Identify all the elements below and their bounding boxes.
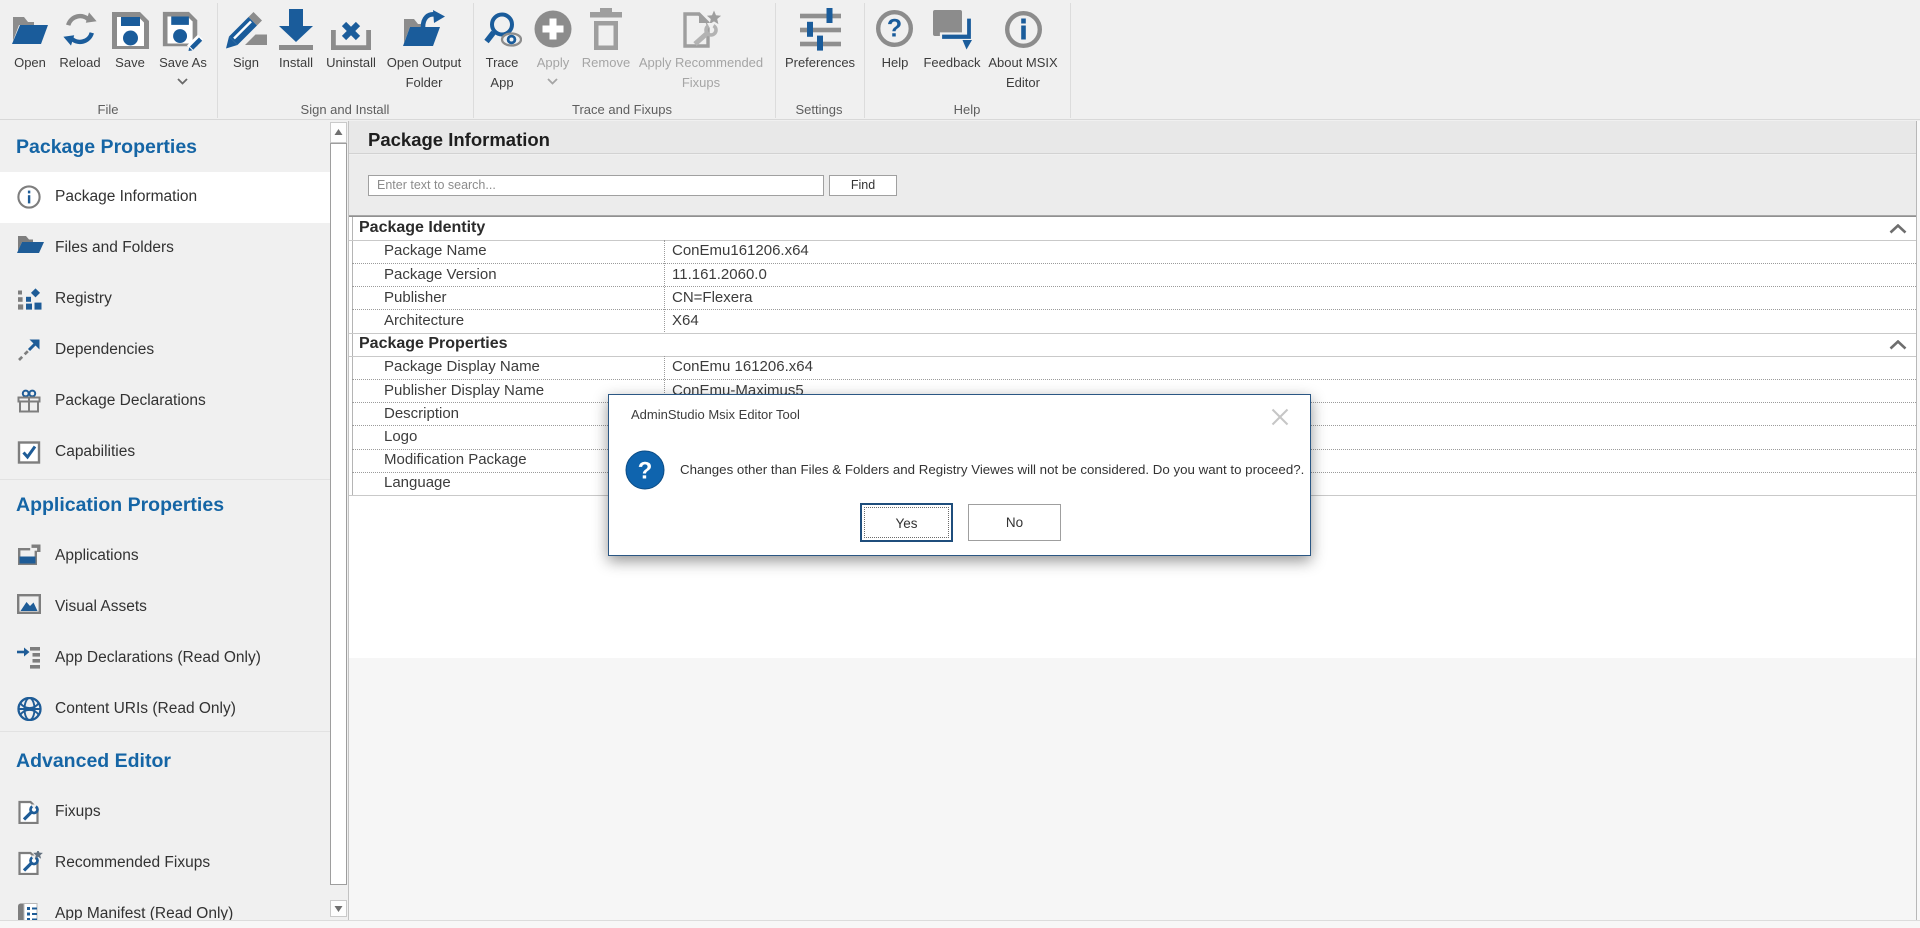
svg-text:?: ?	[887, 15, 902, 43]
svg-text:?: ?	[638, 458, 653, 485]
